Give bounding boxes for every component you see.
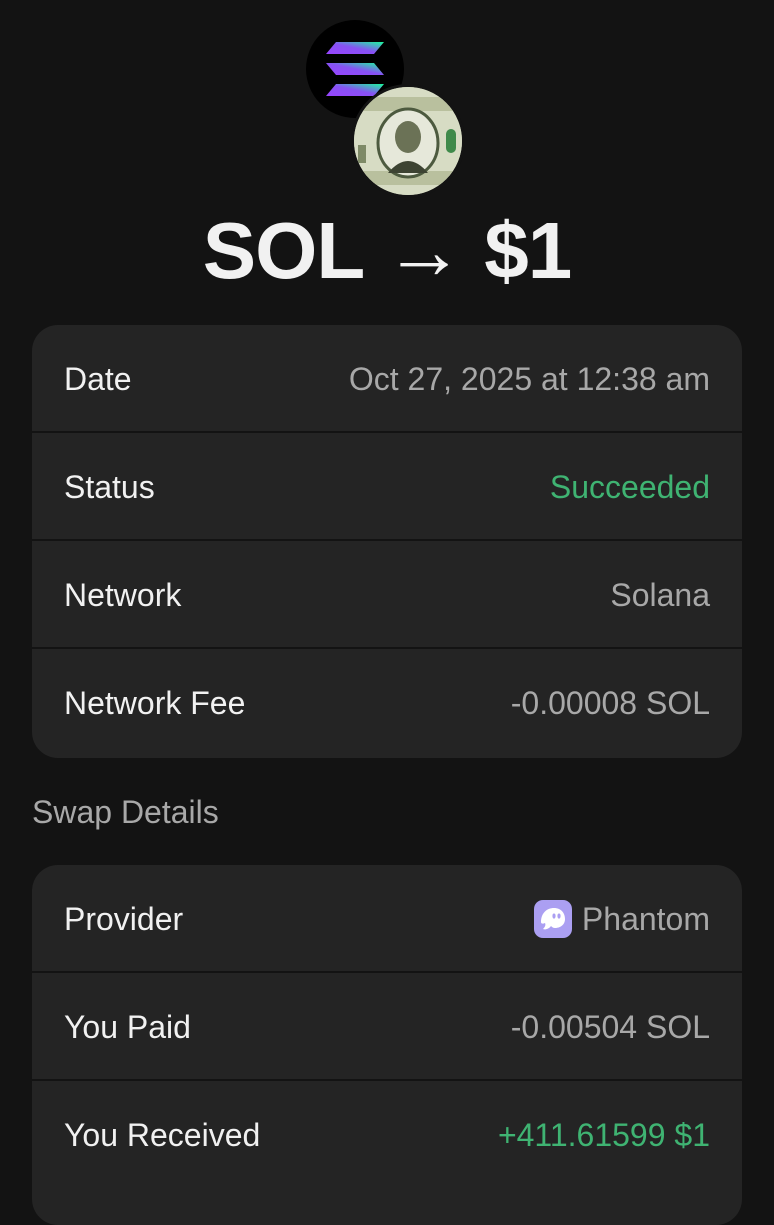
swap-title: SOL → $1 bbox=[202, 206, 572, 295]
you-paid-value: -0.00504 SOL bbox=[510, 1009, 710, 1045]
you-received-row: You Received +411.61599 $1 bbox=[32, 1081, 742, 1189]
status-value: Succeeded bbox=[549, 469, 710, 505]
date-label: Date bbox=[64, 361, 132, 397]
phantom-ghost-icon bbox=[533, 900, 572, 938]
provider-row[interactable]: Provider Phantom bbox=[32, 865, 742, 973]
dollar-bill-icon bbox=[351, 84, 465, 198]
network-row[interactable]: Network Solana bbox=[32, 541, 742, 649]
network-label: Network bbox=[64, 577, 182, 613]
swap-details-card: Provider Phantom You Paid -0.00504 SOL Y… bbox=[32, 865, 742, 1225]
network-fee-value: -0.00008 SOL bbox=[510, 685, 710, 721]
token-pair-icons bbox=[306, 20, 466, 198]
provider-label: Provider bbox=[64, 901, 184, 937]
status-row: Status Succeeded bbox=[32, 433, 742, 541]
provider-name: Phantom bbox=[581, 901, 710, 937]
network-value: Solana bbox=[610, 577, 710, 613]
you-received-value: +411.61599 $1 bbox=[497, 1117, 710, 1153]
swap-details-heading: Swap Details bbox=[32, 794, 219, 830]
date-value: Oct 27, 2025 at 12:38 am bbox=[348, 361, 710, 397]
transaction-details-card: Date Oct 27, 2025 at 12:38 am Status Suc… bbox=[32, 325, 742, 758]
status-label: Status bbox=[64, 469, 155, 505]
you-received-label: You Received bbox=[64, 1117, 261, 1153]
you-paid-label: You Paid bbox=[64, 1009, 191, 1045]
provider-value: Phantom bbox=[533, 865, 710, 973]
date-row: Date Oct 27, 2025 at 12:38 am bbox=[32, 325, 742, 433]
network-fee-row[interactable]: Network Fee -0.00008 SOL bbox=[32, 649, 742, 757]
network-fee-label: Network Fee bbox=[64, 685, 246, 721]
you-paid-row: You Paid -0.00504 SOL bbox=[32, 973, 742, 1081]
